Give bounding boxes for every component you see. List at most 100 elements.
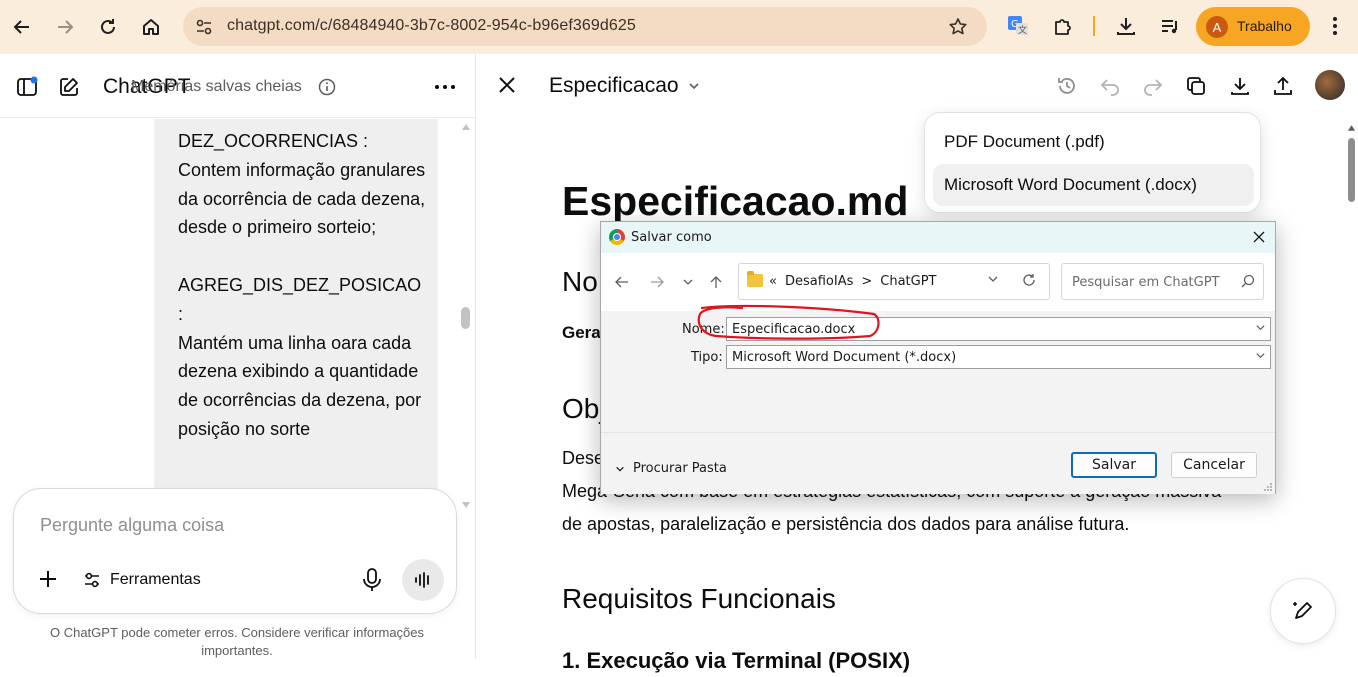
close-canvas-icon[interactable] bbox=[496, 74, 518, 96]
user-avatar[interactable] bbox=[1315, 70, 1345, 100]
info-icon[interactable] bbox=[318, 78, 336, 96]
save-as-dialog: Salvar como « DesafioIAs > ChatGPT Pesqu… bbox=[600, 221, 1276, 494]
redo-icon[interactable] bbox=[1141, 74, 1165, 98]
extensions-puzzle-icon[interactable] bbox=[1048, 11, 1078, 41]
folder-search-input[interactable]: Pesquisar em ChatGPT bbox=[1061, 263, 1264, 300]
bold-text-partial: Gera bbox=[562, 323, 601, 342]
up-folder-icon[interactable] bbox=[705, 271, 727, 293]
dialog-footer: Procurar Pasta Salvar Cancelar bbox=[601, 432, 1275, 494]
voice-mode-button[interactable] bbox=[402, 559, 444, 601]
chrome-logo-icon bbox=[609, 229, 625, 245]
filetype-value: Microsoft Word Document (*.docx) bbox=[732, 350, 957, 365]
download-pdf-option[interactable]: PDF Document (.pdf) bbox=[933, 121, 1254, 163]
dialog-back-icon[interactable] bbox=[611, 271, 633, 293]
filetype-select[interactable]: Microsoft Word Document (*.docx) bbox=[726, 345, 1271, 369]
recent-locations-chevron-icon[interactable] bbox=[677, 271, 699, 293]
breadcrumb-overflow[interactable]: « bbox=[769, 274, 777, 289]
document-heading: Especificacao.md bbox=[562, 178, 909, 224]
save-button[interactable]: Salvar bbox=[1071, 452, 1157, 478]
back-button[interactable] bbox=[4, 9, 40, 45]
download-menu: PDF Document (.pdf) Microsoft Word Docum… bbox=[924, 112, 1261, 213]
user-message-bubble: DEZ_OCORRENCIAS : Contem informação gran… bbox=[154, 119, 438, 549]
history-icon[interactable] bbox=[1055, 74, 1079, 98]
profile-name: Trabalho bbox=[1237, 18, 1292, 34]
more-options-icon[interactable] bbox=[432, 74, 458, 100]
reload-button[interactable] bbox=[90, 9, 126, 45]
canvas-title-text: Especificacao bbox=[549, 74, 679, 97]
address-bar[interactable]: chatgpt.com/c/68484940-3b7c-8002-954c-b9… bbox=[183, 7, 987, 46]
home-button[interactable] bbox=[133, 9, 169, 45]
chat-header: ChatGPT Memórias salvas cheias bbox=[0, 54, 475, 118]
chat-scrollbar[interactable] bbox=[460, 119, 472, 509]
forward-button[interactable] bbox=[47, 9, 83, 45]
dialog-close-icon[interactable] bbox=[1249, 227, 1269, 247]
waveform-icon bbox=[415, 572, 429, 588]
tools-label: Ferramentas bbox=[110, 571, 201, 588]
arrow-left-icon bbox=[13, 20, 29, 34]
filename-dropdown-chevron-icon[interactable] bbox=[1255, 322, 1266, 333]
dialog-title: Salvar como bbox=[631, 230, 712, 245]
chevron-down-icon bbox=[689, 83, 699, 90]
resize-grip-icon[interactable] bbox=[1263, 482, 1273, 492]
red-circle-annotation bbox=[697, 304, 880, 340]
refresh-icon[interactable] bbox=[1021, 272, 1037, 288]
chat-panel: ChatGPT Memórias salvas cheias DEZ_OCORR… bbox=[0, 54, 476, 659]
pencil-sparkle-icon bbox=[1293, 602, 1312, 619]
toolbar-separator bbox=[1093, 16, 1095, 36]
reload-icon bbox=[101, 19, 115, 34]
translate-extension-icon[interactable]: G文 bbox=[1003, 11, 1033, 41]
share-icon[interactable] bbox=[1271, 74, 1295, 98]
browse-folders-label: Procurar Pasta bbox=[633, 461, 727, 476]
paragraph-line-3: de apostas, paralelização e persistência… bbox=[562, 514, 1130, 534]
edit-suggestions-button[interactable] bbox=[1270, 578, 1336, 644]
plus-icon[interactable] bbox=[36, 567, 60, 591]
breadcrumb: « DesafioIAs > ChatGPT bbox=[769, 274, 937, 289]
browser-menu-icon[interactable] bbox=[1320, 11, 1350, 41]
user-message-text: DEZ_OCORRENCIAS : Contem informação gran… bbox=[178, 131, 426, 439]
sidebar-toggle-icon[interactable] bbox=[14, 74, 40, 100]
microphone-icon[interactable] bbox=[360, 567, 384, 593]
undo-icon[interactable] bbox=[1098, 74, 1122, 98]
canvas-title[interactable]: Especificacao bbox=[549, 74, 701, 98]
disclaimer: O ChatGPT pode cometer erros. Considere … bbox=[49, 625, 425, 658]
composer[interactable]: Pergunte alguma coisa Ferramentas bbox=[13, 488, 457, 614]
search-placeholder: Pesquisar em ChatGPT bbox=[1072, 275, 1220, 290]
folder-path-bar[interactable]: « DesafioIAs > ChatGPT bbox=[738, 263, 1050, 300]
copy-icon[interactable] bbox=[1184, 74, 1208, 98]
profile-button[interactable]: A Trabalho bbox=[1196, 7, 1310, 46]
paragraph-line-1: Dese bbox=[562, 448, 605, 468]
dialog-titlebar: Salvar como bbox=[601, 222, 1275, 253]
url-text: chatgpt.com/c/68484940-3b7c-8002-954c-b9… bbox=[227, 17, 636, 34]
tools-button[interactable]: Ferramentas bbox=[82, 567, 201, 593]
svg-text:文: 文 bbox=[1018, 24, 1027, 36]
list-item-heading: 1. Execução via Terminal (POSIX) bbox=[562, 648, 911, 673]
download-docx-option[interactable]: Microsoft Word Document (.docx) bbox=[933, 164, 1254, 206]
type-label: Tipo: bbox=[691, 350, 723, 365]
section-heading-partial: No bbox=[562, 266, 598, 297]
sliders-icon bbox=[85, 572, 99, 588]
profile-avatar: A bbox=[1206, 16, 1228, 38]
new-chat-icon[interactable] bbox=[56, 74, 82, 100]
path-dropdown-chevron-icon[interactable] bbox=[987, 273, 999, 285]
composer-input[interactable]: Pergunte alguma coisa bbox=[40, 515, 224, 536]
dialog-forward-icon[interactable] bbox=[646, 271, 668, 293]
message-list: DEZ_OCORRENCIAS : Contem informação gran… bbox=[0, 119, 475, 549]
arrow-right-icon bbox=[58, 20, 74, 34]
canvas-scrollbar[interactable] bbox=[1346, 124, 1356, 659]
memory-status: Memórias salvas cheias bbox=[131, 78, 302, 95]
bookmark-star-icon bbox=[949, 18, 967, 35]
breadcrumb-separator: > bbox=[861, 274, 873, 289]
browse-folders-toggle[interactable]: Procurar Pasta bbox=[615, 461, 727, 476]
folder-icon bbox=[747, 271, 763, 287]
filetype-dropdown-chevron-icon[interactable] bbox=[1255, 350, 1266, 361]
download-icon[interactable] bbox=[1228, 74, 1252, 98]
downloads-icon[interactable] bbox=[1111, 11, 1141, 41]
breadcrumb-desafioias[interactable]: DesafioIAs bbox=[785, 274, 853, 289]
chevron-down-icon bbox=[616, 466, 624, 472]
search-icon bbox=[1241, 274, 1255, 288]
media-control-icon[interactable] bbox=[1155, 11, 1185, 41]
site-settings-icon bbox=[196, 19, 212, 35]
browser-toolbar: chatgpt.com/c/68484940-3b7c-8002-954c-b9… bbox=[0, 0, 1358, 54]
cancel-button[interactable]: Cancelar bbox=[1171, 452, 1257, 478]
breadcrumb-chatgpt[interactable]: ChatGPT bbox=[880, 274, 936, 289]
